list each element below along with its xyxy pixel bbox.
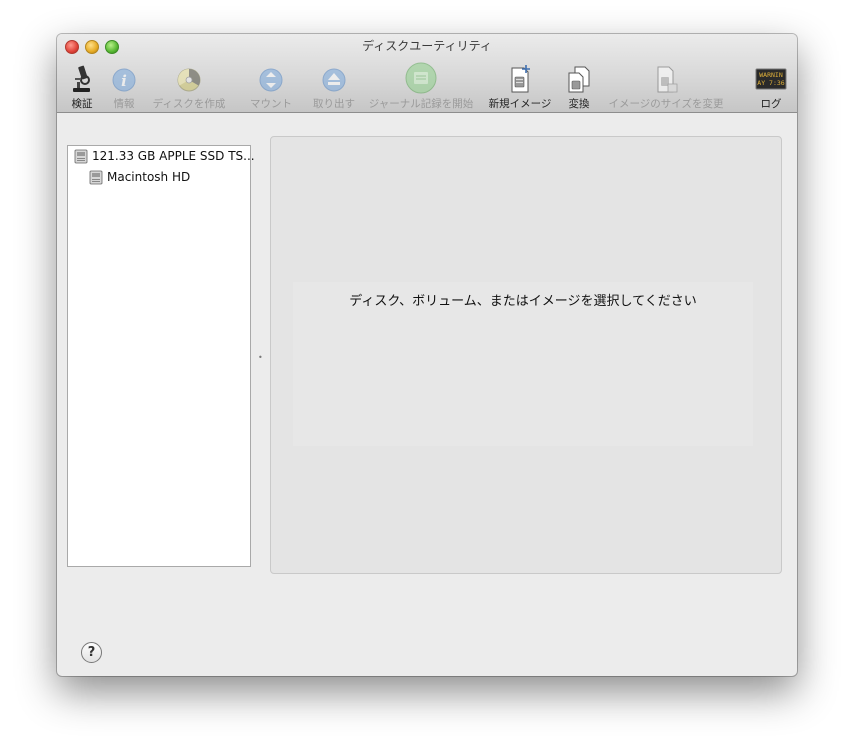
info-icon: i (112, 68, 136, 92)
convert-icon (568, 66, 590, 93)
log-button[interactable]: WARNIN AY 7:36 ログ (753, 62, 789, 110)
mount-label: マウント (250, 98, 292, 110)
svg-text:i: i (121, 72, 127, 90)
svg-text:WARNIN: WARNIN (759, 71, 783, 79)
convert-button[interactable]: 変換 (563, 62, 595, 110)
disk-utility-window: ディスクユーティリティ 検証 i 情報 ディスクを作成 マウント 取り出す ジャ… (57, 34, 797, 676)
window-title: ディスクユーティリティ (362, 39, 492, 53)
info-label: 情報 (113, 98, 135, 110)
new-image-icon (511, 65, 530, 93)
microscope-icon (73, 65, 90, 92)
resize-image-label: イメージのサイズを変更 (608, 98, 724, 110)
internal-disk-icon (74, 149, 88, 164)
verify-label: 検証 (71, 98, 93, 110)
info-button[interactable]: i 情報 (107, 62, 141, 110)
convert-label: 変換 (568, 98, 590, 110)
journaling-icon (405, 62, 437, 94)
new-image-button[interactable]: 新規イメージ (485, 62, 555, 110)
mount-icon (259, 68, 283, 92)
burn-button[interactable]: ディスクを作成 (147, 62, 231, 110)
svg-text:AY 7:36: AY 7:36 (757, 79, 784, 87)
log-console-icon: WARNIN AY 7:36 (755, 68, 787, 90)
burn-disc-icon (177, 68, 201, 92)
burn-label: ディスクを作成 (152, 98, 226, 110)
eject-button[interactable]: 取り出す (309, 62, 359, 110)
disk-item-label: 121.33 GB APPLE SSD TS... (92, 149, 255, 163)
disk-list[interactable]: 121.33 GB APPLE SSD TS... Macintosh HD (67, 145, 255, 567)
verify-button[interactable]: 検証 (63, 62, 101, 110)
new-image-label: 新規イメージ (488, 98, 552, 110)
split-view-handle[interactable]: • (258, 353, 263, 362)
help-button[interactable]: ? (81, 642, 102, 663)
journaling-label: ジャーナル記録を開始 (368, 98, 474, 110)
volume-item-label: Macintosh HD (107, 170, 191, 184)
eject-icon (322, 68, 346, 92)
resize-image-icon (657, 66, 678, 93)
resize-image-button[interactable]: イメージのサイズを変更 (603, 62, 729, 110)
volume-icon (89, 170, 103, 185)
detail-pane: ディスク、ボリューム、またはイメージを選択してください (270, 136, 782, 574)
placeholder-area: ディスク、ボリューム、またはイメージを選択してください (293, 282, 753, 446)
select-prompt: ディスク、ボリューム、またはイメージを選択してください (349, 294, 697, 309)
mount-button[interactable]: マウント (243, 62, 299, 110)
journaling-button[interactable]: ジャーナル記録を開始 (365, 62, 477, 110)
titlebar-toolbar: ディスクユーティリティ 検証 i 情報 ディスクを作成 マウント 取り出す ジャ… (57, 34, 797, 113)
eject-label: 取り出す (313, 98, 355, 110)
log-label: ログ (760, 98, 782, 110)
